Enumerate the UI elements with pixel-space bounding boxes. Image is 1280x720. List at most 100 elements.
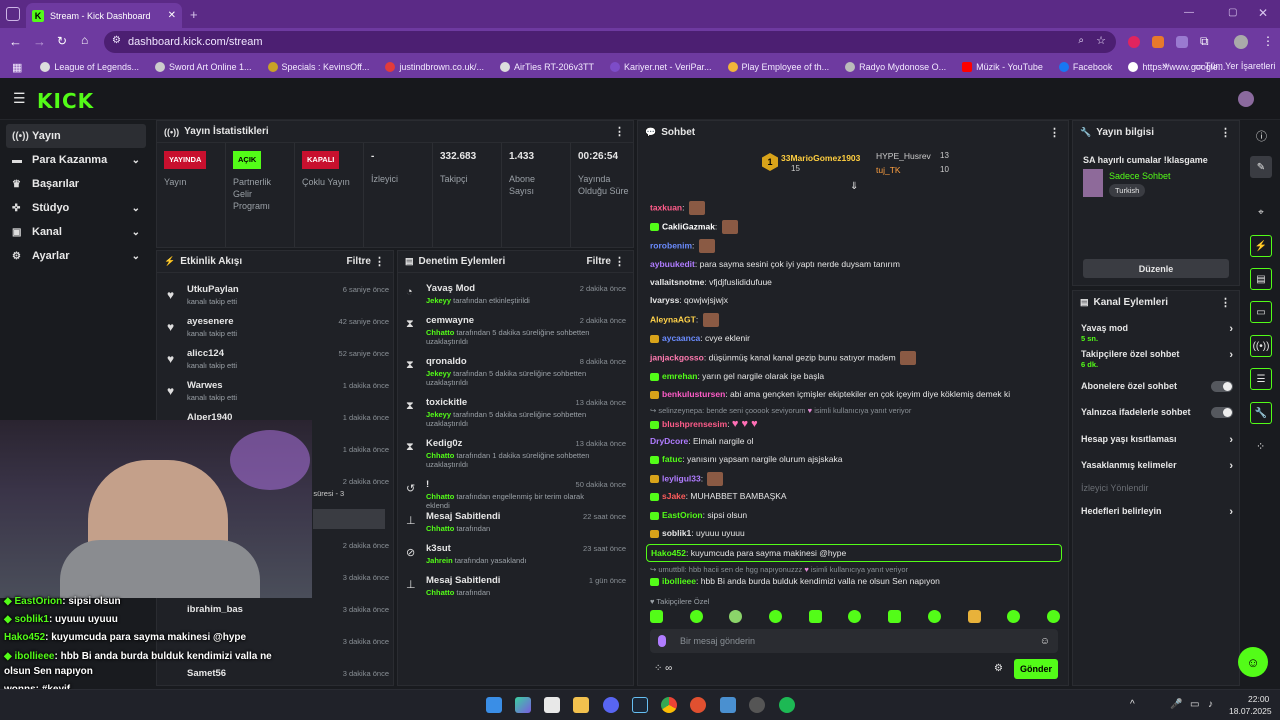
extension-icon[interactable]: [1152, 36, 1164, 48]
sidebar-item-studyo[interactable]: ✜ Stüdyo ⌄: [0, 196, 152, 220]
bookmark[interactable]: Müzik - YouTube: [962, 62, 1043, 72]
more-icon[interactable]: ⋮: [1220, 296, 1231, 309]
send-button[interactable]: Gönder: [1014, 659, 1058, 679]
chat-input[interactable]: Bir mesaj gönderin ☺: [650, 629, 1058, 653]
tab-search-icon[interactable]: [6, 7, 20, 21]
more-icon[interactable]: ⋮: [1220, 126, 1231, 139]
app-icon[interactable]: [749, 697, 765, 713]
steam-icon[interactable]: [632, 697, 648, 713]
users-icon[interactable]: ⁘: [1256, 440, 1265, 453]
emote-icon[interactable]: [769, 610, 783, 623]
more-icon[interactable]: ⋮: [614, 125, 625, 138]
subscribers-only-toggle[interactable]: [1211, 381, 1233, 392]
address-bar[interactable]: ⚙ dashboard.kick.com/stream ⌕ ☆: [104, 31, 1116, 53]
clock-time[interactable]: 22:00: [1248, 694, 1269, 704]
emote-icon[interactable]: [689, 610, 703, 623]
photos-icon[interactable]: [720, 697, 736, 713]
menu-icon[interactable]: ⋮: [1262, 34, 1274, 48]
pin-down-icon[interactable]: ⇓: [850, 181, 858, 192]
extension-icon[interactable]: [1176, 36, 1188, 48]
bolt-icon[interactable]: ⚡: [1250, 235, 1272, 257]
kick-logo[interactable]: KICK: [37, 89, 94, 113]
emote-icon[interactable]: [848, 610, 862, 623]
sidebar-item-ayarlar[interactable]: ⚙ Ayarlar ⌄: [0, 244, 152, 268]
microphone-icon[interactable]: 🎤: [1170, 699, 1182, 710]
copilot-icon[interactable]: [515, 697, 531, 713]
more-icon[interactable]: ⋮: [1049, 126, 1060, 139]
minimize-icon[interactable]: —: [1184, 7, 1194, 18]
store-icon[interactable]: [544, 697, 560, 713]
sidebar-item-para-kazanma[interactable]: ▬ Para Kazanma ⌄: [0, 148, 152, 172]
puzzle-icon[interactable]: ⧉: [1200, 34, 1209, 49]
apps-icon[interactable]: ▦: [12, 61, 22, 74]
action-banned-words[interactable]: Yasaklanmış kelimeler ›: [1081, 460, 1233, 472]
bookmark[interactable]: Facebook: [1058, 62, 1112, 72]
bookmark[interactable]: Sword Art Online 1...: [154, 62, 252, 72]
zoom-icon[interactable]: ⌕: [1078, 35, 1084, 46]
chrome-icon[interactable]: [661, 697, 677, 713]
tray-chevron-icon[interactable]: ^: [1130, 699, 1135, 710]
chat-icon[interactable]: ▭: [1250, 301, 1272, 323]
forward-icon[interactable]: →: [33, 34, 46, 49]
window-close-icon[interactable]: ✕: [1258, 6, 1268, 20]
wrench-icon[interactable]: 🔧: [1250, 402, 1272, 424]
profile-avatar[interactable]: [1234, 35, 1248, 49]
app-icon[interactable]: [690, 697, 706, 713]
maximize-icon[interactable]: ▢: [1228, 7, 1237, 18]
edit-button[interactable]: Düzenle: [1083, 259, 1229, 278]
more-icon[interactable]: ⋮: [374, 255, 385, 268]
emote-icon[interactable]: [1007, 610, 1021, 623]
more-bookmarks-icon[interactable]: »: [1162, 60, 1168, 72]
emote-icon[interactable]: [729, 610, 743, 623]
category-name[interactable]: Sadece Sohbet: [1109, 171, 1171, 181]
bookmark[interactable]: League of Legends...: [40, 62, 139, 72]
emote-icon[interactable]: [808, 610, 822, 623]
points-icon[interactable]: ⁘ ∞: [654, 663, 672, 674]
bookmark[interactable]: AirTies RT-206v3TT: [499, 62, 594, 72]
user-avatar[interactable]: [1238, 91, 1254, 107]
discord-icon[interactable]: [603, 697, 619, 713]
support-chat-button[interactable]: ☺: [1238, 647, 1268, 677]
list-icon[interactable]: ☰: [1250, 368, 1272, 390]
bookmark[interactable]: Kariyer.net - VeriPar...: [609, 62, 712, 72]
filter-button[interactable]: Filtre: [347, 256, 371, 267]
home-icon[interactable]: ⌂: [81, 33, 88, 47]
emote-only-toggle[interactable]: [1211, 407, 1233, 418]
settings-icon[interactable]: ⚙: [994, 663, 1003, 674]
bookmarks-folder[interactable]: ▭ Tüm Yer İşaretleri: [1194, 61, 1275, 72]
action-set-goals[interactable]: Hedefleri belirleyin ›: [1081, 506, 1233, 518]
emote-icon[interactable]: [967, 610, 981, 623]
hamburger-icon[interactable]: ☰: [13, 90, 26, 107]
info-icon[interactable]: ⓘ: [1256, 128, 1267, 144]
explorer-icon[interactable]: [573, 697, 589, 713]
emoji-icon[interactable]: ☺: [1040, 636, 1050, 647]
document-icon[interactable]: ▤: [1250, 268, 1272, 290]
site-info-icon[interactable]: ⚙: [112, 35, 121, 46]
start-icon[interactable]: [486, 697, 502, 713]
browser-tab[interactable]: K Stream - Kick Dashboard ✕: [26, 3, 182, 28]
target-icon[interactable]: ⌖: [1250, 201, 1272, 223]
close-icon[interactable]: ✕: [168, 10, 176, 21]
bookmark-star-icon[interactable]: ☆: [1096, 34, 1106, 47]
volume-icon[interactable]: ♪: [1208, 699, 1213, 710]
filter-button[interactable]: Filtre: [587, 256, 611, 267]
emote-icon[interactable]: [650, 610, 663, 623]
bookmark[interactable]: justindbrown.co.uk/...: [385, 62, 484, 72]
broadcast-icon[interactable]: ((•)): [1250, 335, 1272, 357]
extension-icon[interactable]: [1128, 36, 1140, 48]
bookmark[interactable]: Play Employee of th...: [727, 62, 829, 72]
bookmark[interactable]: Radyo Mydonose O...: [845, 62, 946, 72]
spotify-icon[interactable]: [779, 697, 795, 713]
clock-date[interactable]: 18.07.2025: [1229, 706, 1272, 716]
sidebar-item-yayin[interactable]: ((•)) Yayın: [6, 124, 146, 148]
more-icon[interactable]: ⋮: [614, 255, 625, 268]
emote-icon[interactable]: [1046, 610, 1060, 623]
emote-icon[interactable]: [927, 610, 941, 623]
new-tab-icon[interactable]: +: [190, 7, 198, 22]
action-slow-mode[interactable]: Yavaş mod 5 sn. ›: [1081, 323, 1233, 343]
action-account-age[interactable]: Hesap yaşı kısıtlaması ›: [1081, 434, 1233, 446]
microphone-icon[interactable]: [658, 635, 666, 647]
edit-icon[interactable]: ✎: [1250, 156, 1272, 178]
sidebar-item-kanal[interactable]: ▣ Kanal ⌄: [0, 220, 152, 244]
reload-icon[interactable]: ↻: [57, 34, 67, 48]
